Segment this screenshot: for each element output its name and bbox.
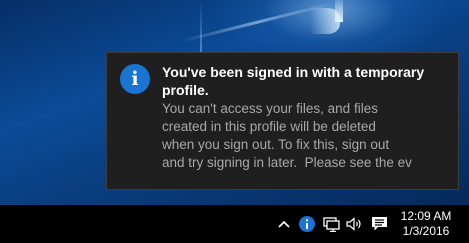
action-center-button[interactable] xyxy=(367,205,391,243)
network-button[interactable] xyxy=(320,205,342,243)
taskbar: 12:09 AM 1/3/2016 xyxy=(0,205,469,243)
clock-button[interactable]: 12:09 AM 1/3/2016 xyxy=(393,209,459,239)
tray-info-button[interactable] xyxy=(296,205,318,243)
chevron-up-icon xyxy=(278,220,290,228)
wallpaper-light-ray xyxy=(200,0,202,60)
volume-icon xyxy=(346,217,361,231)
notification-title: You've been signed in with a temporary p… xyxy=(162,64,425,98)
info-icon: i xyxy=(120,64,150,94)
notification-message-line: when you sign out. To fix this, sign out xyxy=(162,137,390,152)
notification-message-line: created in this profile will be deleted xyxy=(162,119,376,134)
show-hidden-icons-button[interactable] xyxy=(273,205,295,243)
notification-toast[interactable]: i You've been signed in with a temporary… xyxy=(106,52,459,190)
notification-message-line: and try signing in later. Please see the… xyxy=(162,155,412,170)
network-icon xyxy=(322,216,340,232)
notification-message-line: You can't access your files, and files xyxy=(162,101,378,116)
clock-date: 1/3/2016 xyxy=(402,224,450,238)
action-center-icon xyxy=(371,217,387,231)
info-icon xyxy=(299,216,315,232)
clock-time: 12:09 AM xyxy=(400,209,452,223)
volume-button[interactable] xyxy=(344,205,366,243)
wallpaper-light-glow xyxy=(310,8,340,34)
notification-message: You can't access your files, and files cr… xyxy=(162,100,454,172)
